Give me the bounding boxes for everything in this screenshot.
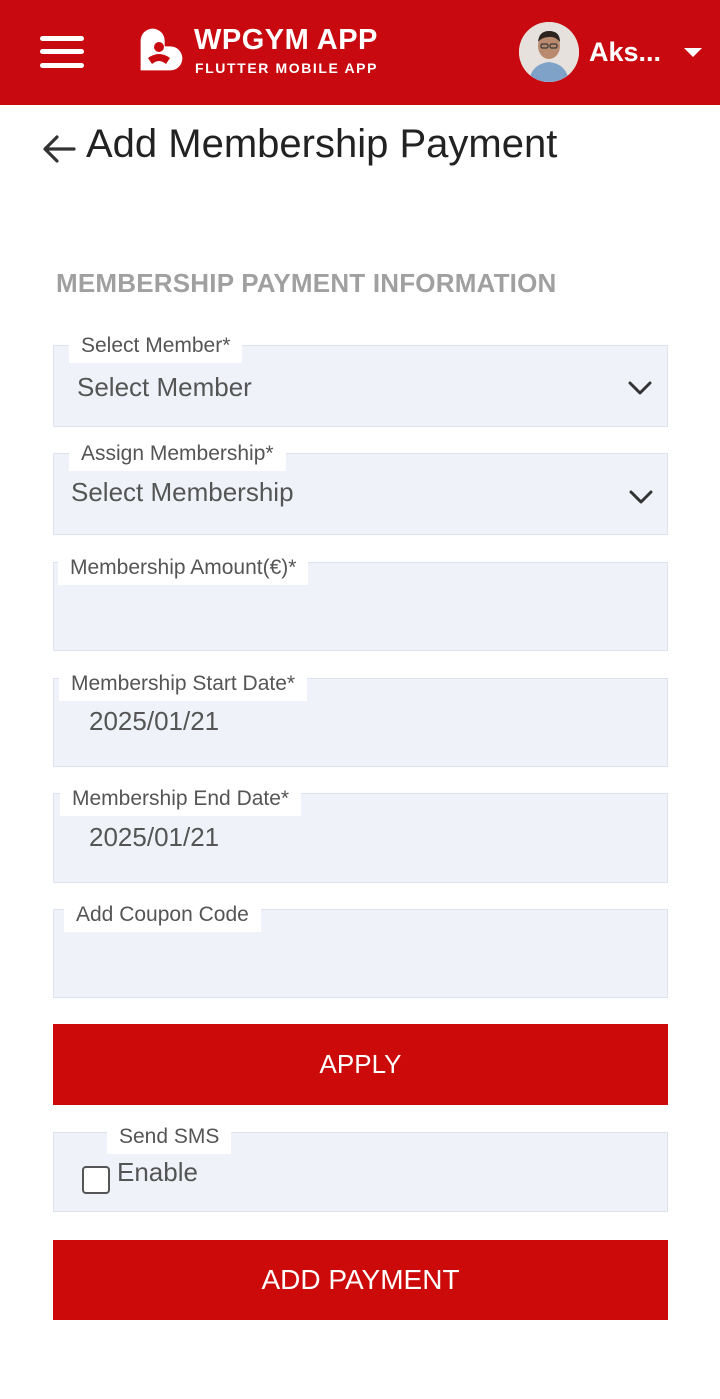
select-member-label: Select Member* <box>69 331 243 363</box>
coupon-code-label: Add Coupon Code <box>64 900 261 932</box>
page-title: Add Membership Payment <box>86 122 558 166</box>
chevron-down-icon <box>628 381 652 395</box>
start-date-label: Membership Start Date* <box>59 669 308 701</box>
apply-button[interactable]: APPLY <box>53 1024 668 1105</box>
brand-subtitle: FLUTTER MOBILE APP <box>195 60 379 76</box>
user-name[interactable]: Aks... <box>589 37 661 68</box>
menu-icon[interactable] <box>40 36 84 68</box>
add-payment-button[interactable]: ADD PAYMENT <box>53 1240 668 1320</box>
user-avatar-icon <box>519 22 579 82</box>
app-bar: WPGYM APP FLUTTER MOBILE APP Aks... <box>0 0 720 105</box>
heart-logo-icon <box>140 28 183 71</box>
select-member-value: Select Member <box>77 372 252 402</box>
chevron-down-icon <box>629 490 653 504</box>
assign-membership-value: Select Membership <box>71 477 294 507</box>
end-date-label: Membership End Date* <box>60 784 302 816</box>
arrow-left-icon[interactable] <box>40 130 78 168</box>
assign-membership-label: Assign Membership* <box>69 439 286 471</box>
start-date-value: 2025/01/21 <box>89 706 220 736</box>
caret-down-icon[interactable] <box>684 48 702 57</box>
section-heading: MEMBERSHIP PAYMENT INFORMATION <box>56 268 557 298</box>
send-sms-option-label[interactable]: Enable <box>117 1157 198 1188</box>
send-sms-label: Send SMS <box>107 1124 232 1154</box>
send-sms-checkbox[interactable] <box>82 1166 110 1194</box>
brand-title: WPGYM APP <box>194 24 378 56</box>
membership-amount-label: Membership Amount(€)* <box>58 553 309 585</box>
end-date-value: 2025/01/21 <box>89 822 220 852</box>
avatar[interactable] <box>519 22 579 82</box>
